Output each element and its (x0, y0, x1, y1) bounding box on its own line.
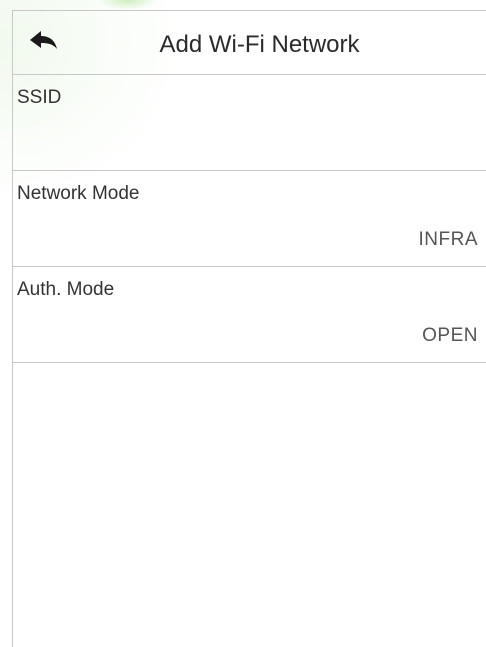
setting-row-auth-mode[interactable]: Auth. Mode OPEN (13, 267, 486, 363)
setting-row-ssid[interactable]: SSID (13, 75, 486, 171)
setting-label: Network Mode (17, 183, 140, 204)
header-bar: Add Wi-Fi Network (13, 11, 486, 75)
setting-label: SSID (17, 87, 62, 108)
setting-row-network-mode[interactable]: Network Mode INFRA (13, 171, 486, 267)
setting-value: OPEN (422, 325, 478, 346)
page-title: Add Wi-Fi Network (159, 31, 360, 58)
add-wifi-network-screen: Add Wi-Fi Network SSID Network Mode INFR… (12, 10, 486, 647)
setting-value: INFRA (418, 229, 478, 250)
setting-label: Auth. Mode (17, 279, 115, 300)
watermark-tint-top (98, 0, 158, 10)
